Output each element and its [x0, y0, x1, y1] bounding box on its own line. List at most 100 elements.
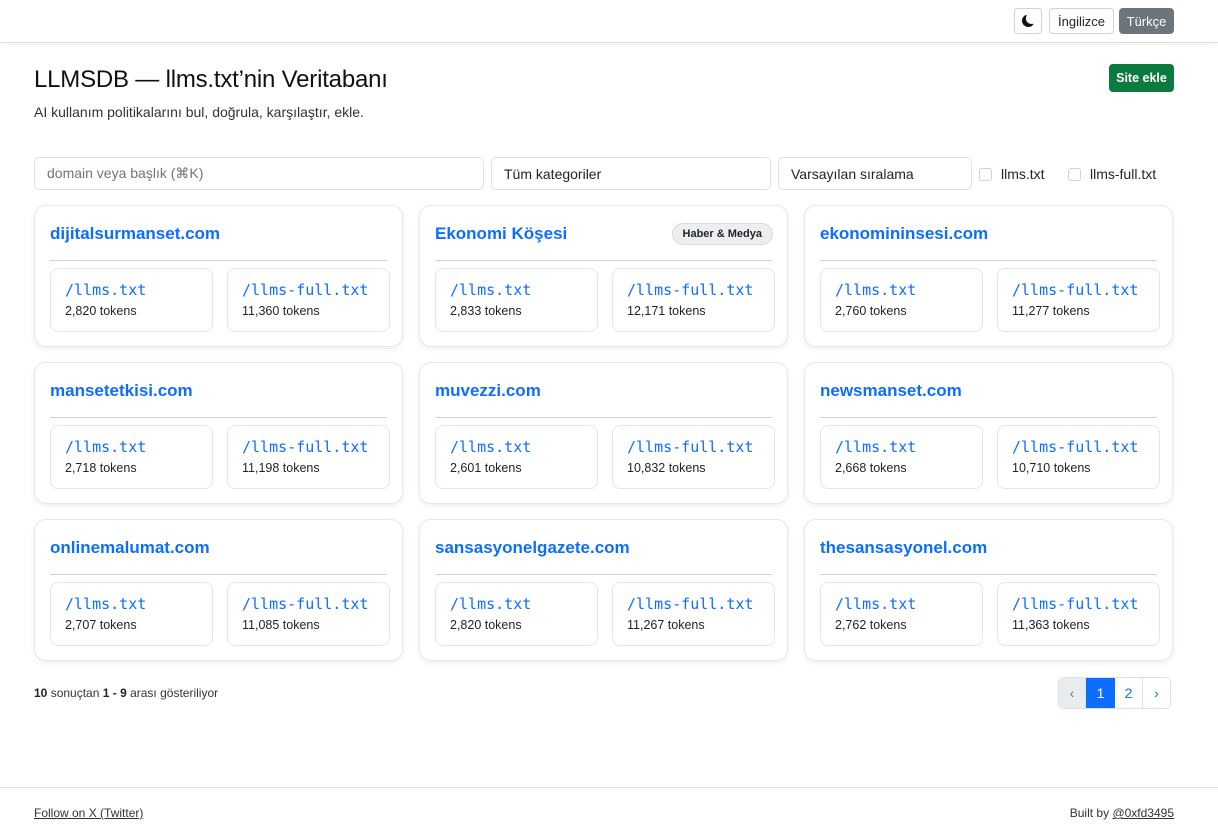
pagination-page-2[interactable]: 2 [1115, 678, 1143, 708]
theme-toggle-button[interactable] [1014, 8, 1042, 34]
card-divider [435, 260, 772, 261]
llms-file-link[interactable]: /llms.txt 2,833 tokens [435, 268, 598, 332]
file-name: /llms.txt [450, 438, 532, 456]
llms-full-file-link[interactable]: /llms-full.txt 10,710 tokens [997, 425, 1160, 489]
follow-twitter-link[interactable]: Follow on X (Twitter) [34, 806, 143, 820]
llms-full-file-link[interactable]: /llms-full.txt 12,171 tokens [612, 268, 775, 332]
pagination-next-button[interactable]: › [1143, 678, 1170, 708]
llms-file-link[interactable]: /llms.txt 2,668 tokens [820, 425, 983, 489]
llms-full-file-link[interactable]: /llms-full.txt 11,267 tokens [612, 582, 775, 646]
card-divider [50, 417, 387, 418]
lang-english-button[interactable]: İngilizce [1049, 8, 1114, 34]
site-card: onlinemalumat.com /llms.txt 2,707 tokens… [34, 519, 403, 661]
llms-file-link[interactable]: /llms.txt 2,762 tokens [820, 582, 983, 646]
page-title: LLMSDB — llms.txt’nin Veritabanı [34, 66, 388, 93]
file-tokens: 10,710 tokens [1012, 461, 1091, 475]
card-divider [435, 574, 772, 575]
file-name: /llms-full.txt [242, 438, 369, 456]
card-divider [435, 417, 772, 418]
file-name: /llms-full.txt [627, 281, 754, 299]
file-name: /llms.txt [450, 281, 532, 299]
site-card: mansetetkisi.com /llms.txt 2,718 tokens … [34, 362, 403, 504]
results-text: arası gösteriliyor [126, 686, 219, 700]
file-tokens: 2,762 tokens [835, 618, 907, 632]
llms-full-file-link[interactable]: /llms-full.txt 11,360 tokens [227, 268, 390, 332]
top-bar: İngilizce Türkçe [0, 0, 1218, 43]
llms-full-file-link[interactable]: /llms-full.txt 10,832 tokens [612, 425, 775, 489]
sort-select[interactable]: Varsayılan sıralama [778, 157, 972, 190]
pagination-prev-button[interactable]: ‹ [1059, 678, 1086, 708]
file-tokens: 2,668 tokens [835, 461, 907, 475]
checkbox-box[interactable] [979, 167, 992, 181]
file-tokens: 11,363 tokens [1012, 618, 1090, 632]
file-name: /llms.txt [835, 595, 917, 613]
search-input[interactable]: domain veya başlık (⌘K) [34, 157, 484, 190]
results-summary: 10 sonuçtan 1 - 9 arası gösteriliyor [34, 686, 218, 700]
llms-full-file-link[interactable]: /llms-full.txt 11,277 tokens [997, 268, 1160, 332]
site-card: newsmanset.com /llms.txt 2,668 tokens /l… [804, 362, 1173, 504]
site-card: thesansasyonel.com /llms.txt 2,762 token… [804, 519, 1173, 661]
llms-file-link[interactable]: /llms.txt 2,760 tokens [820, 268, 983, 332]
checkbox-label: llms.txt [1001, 166, 1045, 182]
file-tokens: 11,277 tokens [1012, 304, 1090, 318]
file-tokens: 11,198 tokens [242, 461, 320, 475]
llms-file-link[interactable]: /llms.txt 2,707 tokens [50, 582, 213, 646]
file-tokens: 2,707 tokens [65, 618, 137, 632]
footer: Follow on X (Twitter) Built by @0xfd3495 [0, 787, 1218, 831]
file-name: /llms.txt [65, 281, 147, 299]
site-card: Ekonomi Köşesi Haber & Medya /llms.txt 2… [419, 205, 788, 347]
site-card: ekonomininsesi.com /llms.txt 2,760 token… [804, 205, 1173, 347]
filter-llms-full-checkbox[interactable]: llms-full.txt [1068, 166, 1156, 182]
file-name: /llms.txt [65, 438, 147, 456]
site-title-link[interactable]: muvezzi.com [435, 381, 541, 401]
site-title-link[interactable]: newsmanset.com [820, 381, 962, 401]
card-divider [50, 260, 387, 261]
category-select[interactable]: Tüm kategoriler [491, 157, 771, 190]
file-name: /llms-full.txt [627, 595, 754, 613]
results-total: 10 [34, 686, 48, 700]
file-tokens: 2,601 tokens [450, 461, 522, 475]
file-name: /llms-full.txt [1012, 438, 1139, 456]
site-title-link[interactable]: mansetetkisi.com [50, 381, 193, 401]
file-tokens: 11,360 tokens [242, 304, 320, 318]
built-by: Built by @0xfd3495 [1070, 806, 1174, 820]
file-tokens: 10,832 tokens [627, 461, 706, 475]
llms-full-file-link[interactable]: /llms-full.txt 11,085 tokens [227, 582, 390, 646]
site-title-link[interactable]: dijitalsurmanset.com [50, 224, 220, 244]
site-title-link[interactable]: thesansasyonel.com [820, 538, 987, 558]
site-title-link[interactable]: ekonomininsesi.com [820, 224, 988, 244]
results-range: 1 - 9 [102, 686, 127, 700]
llms-file-link[interactable]: /llms.txt 2,820 tokens [50, 268, 213, 332]
results-text: sonuçtan [47, 686, 103, 700]
filter-llms-checkbox[interactable]: llms.txt [979, 166, 1045, 182]
checkbox-box[interactable] [1068, 167, 1081, 181]
lang-turkish-button[interactable]: Türkçe [1119, 8, 1174, 34]
llms-file-link[interactable]: /llms.txt 2,820 tokens [435, 582, 598, 646]
site-title-link[interactable]: Ekonomi Köşesi [435, 224, 567, 244]
pagination: ‹ 1 2 › [1058, 677, 1171, 709]
file-tokens: 2,833 tokens [450, 304, 522, 318]
file-name: /llms-full.txt [627, 438, 754, 456]
file-name: /llms.txt [835, 438, 917, 456]
file-tokens: 11,085 tokens [242, 618, 320, 632]
add-site-button[interactable]: Site ekle [1109, 64, 1174, 92]
built-by-prefix: Built by [1069, 806, 1113, 820]
site-title-link[interactable]: onlinemalumat.com [50, 538, 210, 558]
llms-full-file-link[interactable]: /llms-full.txt 11,363 tokens [997, 582, 1160, 646]
llms-file-link[interactable]: /llms.txt 2,601 tokens [435, 425, 598, 489]
category-badge: Haber & Medya [671, 223, 773, 245]
llms-file-link[interactable]: /llms.txt 2,718 tokens [50, 425, 213, 489]
file-name: /llms.txt [835, 281, 917, 299]
file-name: /llms.txt [450, 595, 532, 613]
llms-full-file-link[interactable]: /llms-full.txt 11,198 tokens [227, 425, 390, 489]
checkbox-label: llms-full.txt [1090, 166, 1157, 182]
site-card: muvezzi.com /llms.txt 2,601 tokens /llms… [419, 362, 788, 504]
pagination-page-1[interactable]: 1 [1086, 678, 1115, 708]
card-divider [820, 417, 1157, 418]
file-tokens: 2,760 tokens [835, 304, 907, 318]
file-name: /llms-full.txt [1012, 595, 1139, 613]
site-title-link[interactable]: sansasyonelgazete.com [435, 538, 630, 558]
card-divider [50, 574, 387, 575]
file-name: /llms-full.txt [242, 595, 369, 613]
author-link[interactable]: @0xfd3495 [1112, 806, 1174, 820]
